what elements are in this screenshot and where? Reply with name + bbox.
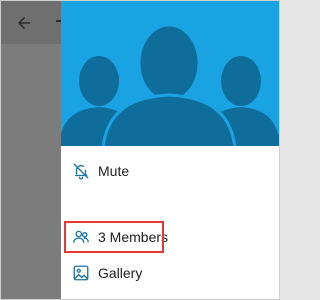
bell-off-icon: [71, 161, 91, 181]
gallery-item[interactable]: Gallery: [61, 253, 279, 293]
app-window: Mute 3 Members Gallery: [0, 0, 280, 300]
back-button[interactable]: [11, 10, 37, 36]
arrow-left-icon: [18, 17, 30, 29]
dimmed-background[interactable]: [1, 1, 61, 299]
image-icon: [71, 263, 91, 283]
gallery-label: Gallery: [98, 265, 143, 281]
mute-label: Mute: [98, 163, 130, 179]
members-label: 3 Members: [98, 229, 169, 245]
group-drawer: Mute 3 Members Gallery: [61, 1, 279, 299]
group-silhouette-image: [61, 1, 279, 146]
people-icon: [71, 227, 91, 247]
members-item[interactable]: 3 Members: [61, 217, 279, 257]
mute-item[interactable]: Mute: [61, 151, 279, 191]
